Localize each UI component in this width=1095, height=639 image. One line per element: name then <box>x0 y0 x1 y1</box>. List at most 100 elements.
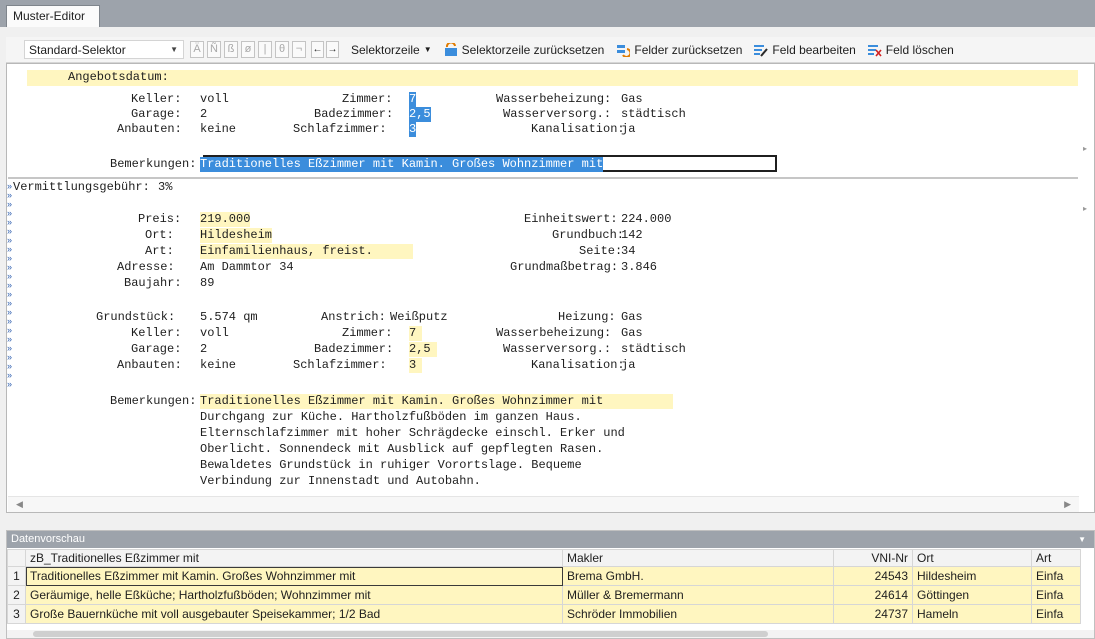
table-row[interactable]: 2 Geräumige, helle Eßküche; Hartholzfußb… <box>7 585 1081 605</box>
nav-prev-button[interactable]: ← <box>311 41 324 58</box>
rooms-value[interactable]: 7 <box>409 326 423 341</box>
upper-bedrooms-value[interactable]: 3 <box>409 122 417 137</box>
upper-bath-label: Badezimmer: <box>314 107 394 121</box>
delete-field-button[interactable]: Feld löschen <box>867 43 954 57</box>
rooms-label: Zimmer: <box>342 326 393 340</box>
cell-vni[interactable]: 24543 <box>833 566 913 586</box>
editor-vertical-scrollbar[interactable]: ▸ ▸ <box>1078 64 1094 512</box>
water-value[interactable]: städtisch <box>621 342 686 357</box>
col-header-vni[interactable]: VNI-Nr <box>833 549 913 567</box>
editor-horizontal-scrollbar[interactable]: ◀ ▶ <box>8 496 1079 512</box>
char-button-not[interactable]: ¬ <box>292 41 306 58</box>
cell-type[interactable]: Einfa <box>1031 585 1081 605</box>
scroll-right-icon[interactable]: ▶ <box>1064 497 1071 511</box>
year-label: Baujahr: <box>124 276 182 290</box>
nav-next-button[interactable]: → <box>326 41 339 58</box>
chevron-down-icon[interactable]: ▼ <box>1078 531 1086 548</box>
bath-value[interactable]: 2,5 <box>409 342 437 357</box>
remarks-line-6[interactable]: Verbindung zur Innenstadt und Autobahn. <box>200 474 481 489</box>
pattern-editor[interactable]: Angebotsdatum: Keller: voll Zimmer: 7 Wa… <box>6 63 1095 513</box>
remarks-line-3[interactable]: Elternschlafzimmer mit hoher Schrägdecke… <box>200 426 625 441</box>
city-value[interactable]: Hildesheim <box>200 228 273 243</box>
unit-value-value[interactable]: 224.000 <box>621 212 671 227</box>
upper-rooms-value[interactable]: 7 <box>409 92 417 107</box>
char-button-pipe[interactable]: | <box>258 41 272 58</box>
garage-value[interactable]: 2 <box>200 342 207 357</box>
reset-row-button[interactable]: Selektorzeile zurücksetzen <box>444 41 604 57</box>
scroll-left-icon[interactable]: ◀ <box>16 497 23 511</box>
city-label: Ort: <box>145 228 174 242</box>
char-button-a-umlaut[interactable]: Ä <box>190 41 204 58</box>
remarks-line-2[interactable]: Durchgang zur Küche. Hartholzfußböden im… <box>200 410 582 425</box>
chevron-down-icon: ▼ <box>170 45 178 54</box>
cellar-value[interactable]: voll <box>200 326 229 341</box>
scroll-thumb-icon-2: ▸ <box>1083 204 1088 213</box>
type-value[interactable]: Einfamilienhaus, freist. <box>200 244 413 259</box>
col-header-broker[interactable]: Makler <box>562 549 834 567</box>
selector-dropdown[interactable]: Standard-Selektor ▼ <box>24 40 184 59</box>
remarks-line-5[interactable]: Bewaldetes Grundstück in ruhiger Vororts… <box>200 458 582 473</box>
page-label: Seite: <box>579 244 623 258</box>
cell-broker[interactable]: Brema GmbH. <box>562 566 834 586</box>
base-amount-label: Grundmaßbetrag: <box>510 260 619 274</box>
upper-annex-label: Anbauten: <box>117 122 182 136</box>
cell-city[interactable]: Hameln <box>912 604 1032 624</box>
cell-vni[interactable]: 24614 <box>833 585 913 605</box>
cell-remarks[interactable]: Große Bauernküche mit voll ausgebauter S… <box>25 604 563 624</box>
cell-remarks[interactable]: Traditionelles Eßzimmer mit Kamin. Große… <box>25 566 563 586</box>
upper-bath-value[interactable]: 2,5 <box>409 107 431 122</box>
remarks-line-4[interactable]: Oberlicht. Sonnendeck mit Ausblick auf g… <box>200 442 603 457</box>
upper-cellar-value[interactable]: voll <box>200 92 229 107</box>
table-row[interactable]: 1 Traditionelles Eßzimmer mit Kamin. Gro… <box>7 566 1081 586</box>
plot-value[interactable]: 5.574 qm <box>200 310 258 325</box>
upper-water-value[interactable]: städtisch <box>621 107 686 122</box>
tab-muster-editor[interactable]: Muster-Editor <box>6 5 100 27</box>
cell-city[interactable]: Göttingen <box>912 585 1032 605</box>
col-header-type[interactable]: Art <box>1031 549 1081 567</box>
selector-value: Standard-Selektor <box>29 42 126 57</box>
char-button-n-tilde[interactable]: Ñ <box>207 41 221 58</box>
cell-type[interactable]: Einfa <box>1031 566 1081 586</box>
heating-value[interactable]: Gas <box>621 310 643 325</box>
fee-value[interactable]: 3% <box>158 180 172 195</box>
price-value[interactable]: 219.000 <box>200 212 251 227</box>
upper-waterheat-value[interactable]: Gas <box>621 92 643 107</box>
scrollbar-thumb[interactable] <box>33 631 768 637</box>
cell-type[interactable]: Einfa <box>1031 604 1081 624</box>
col-header-city[interactable]: Ort <box>912 549 1032 567</box>
year-value[interactable]: 89 <box>200 276 214 291</box>
paint-value[interactable]: Weißputz <box>390 310 448 325</box>
cell-broker[interactable]: Schröder Immobilien <box>562 604 834 624</box>
land-book-value[interactable]: 142 <box>621 228 643 243</box>
annex-value[interactable]: keine <box>200 358 236 373</box>
address-value[interactable]: Am Dammtor 34 <box>200 260 294 275</box>
upper-remarks-value[interactable]: Traditionelles Eßzimmer mit Kamin. Große… <box>200 157 604 172</box>
remarks-line-1[interactable]: Traditionelles Eßzimmer mit Kamin. Große… <box>200 394 674 409</box>
bedrooms-value[interactable]: 3 <box>409 358 423 373</box>
table-row[interactable]: 3 Große Bauernküche mit voll ausgebauter… <box>7 604 1081 624</box>
cell-remarks[interactable]: Geräumige, helle Eßküche; Hartholzfußböd… <box>25 585 563 605</box>
edit-field-button[interactable]: Feld bearbeiten <box>754 43 856 57</box>
char-button-eszett[interactable]: ß <box>224 41 238 58</box>
char-button-theta[interactable]: θ <box>275 41 289 58</box>
waterheat-value[interactable]: Gas <box>621 326 643 341</box>
cell-broker[interactable]: Müller & Bremermann <box>562 585 834 605</box>
price-label: Preis: <box>138 212 182 226</box>
land-book-label: Grundbuch: <box>552 228 625 242</box>
selektorzeile-dropdown[interactable]: Selektorzeile ▼ <box>351 43 432 57</box>
upper-annex-value[interactable]: keine <box>200 122 236 137</box>
char-button-o-slash[interactable]: ø <box>241 41 255 58</box>
upper-sewage-value[interactable]: ja <box>621 122 635 137</box>
base-amount-value[interactable]: 3.846 <box>621 260 657 275</box>
page-value[interactable]: 34 <box>621 244 635 259</box>
reset-fields-button[interactable]: Felder zurücksetzen <box>616 43 742 58</box>
cellar-label: Keller: <box>131 326 182 340</box>
preview-horizontal-scrollbar[interactable] <box>7 630 1094 638</box>
cell-city[interactable]: Hildesheim <box>912 566 1032 586</box>
col-header-remarks[interactable]: zB_Traditionelles Eßzimmer mit <box>25 549 563 567</box>
cell-vni[interactable]: 24737 <box>833 604 913 624</box>
upper-garage-value[interactable]: 2 <box>200 107 207 122</box>
upper-waterheat-label: Wasserbeheizung: <box>496 92 612 106</box>
upper-sewage-label: Kanalisation: <box>531 122 625 136</box>
sewage-value[interactable]: ja <box>621 358 635 373</box>
